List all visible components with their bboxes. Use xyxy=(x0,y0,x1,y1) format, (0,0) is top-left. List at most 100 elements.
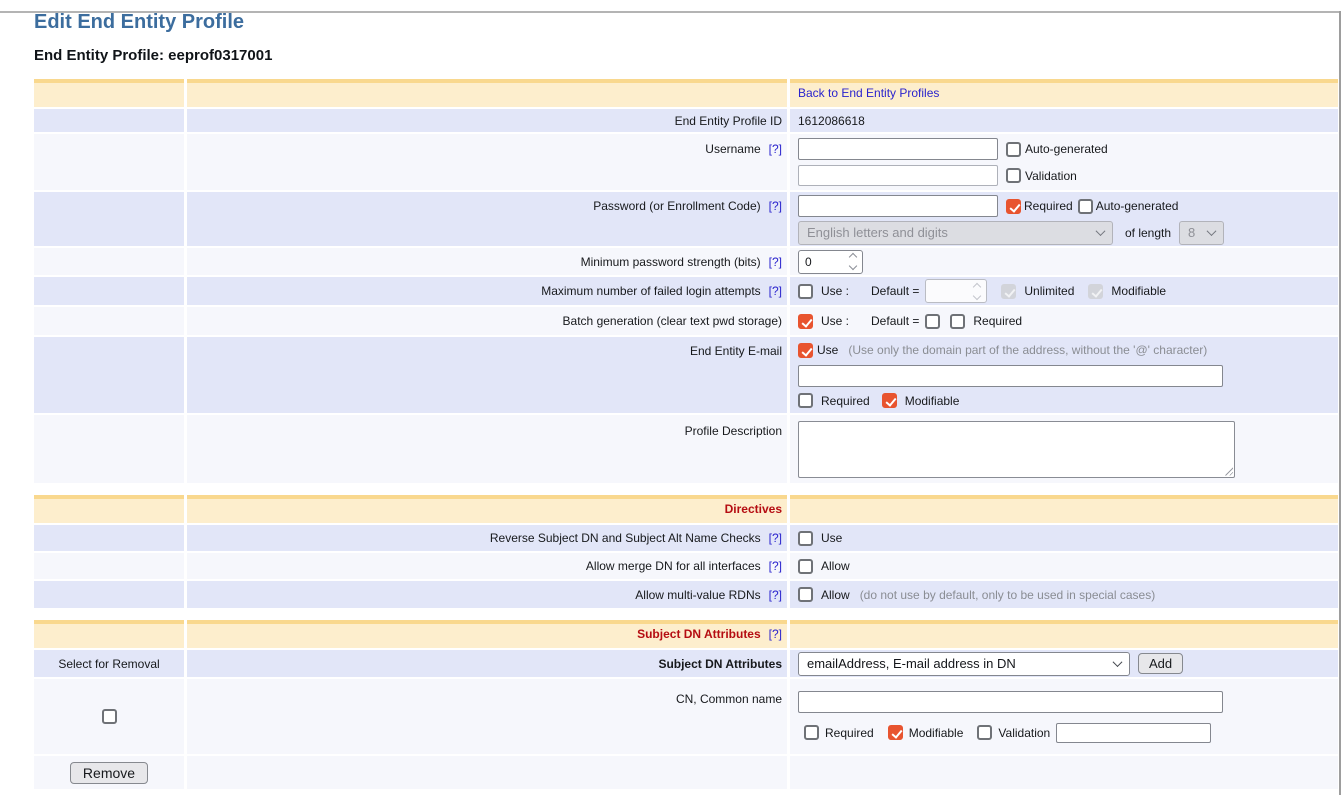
max-failed-logins-help-link[interactable]: [?] xyxy=(769,284,782,298)
section-main: Back to End Entity Profiles End Entity P… xyxy=(34,79,1338,483)
min-password-strength-row: Minimum password strength (bits) [?] 0 xyxy=(34,248,1338,275)
profile-description-label: Profile Description xyxy=(187,415,787,483)
reverse-dn-checks-help-link[interactable]: [?] xyxy=(769,531,782,545)
cn-modifiable-label: Modifiable xyxy=(909,726,964,740)
cn-validation-checkbox[interactable] xyxy=(977,725,992,740)
of-length-label: of length xyxy=(1125,226,1171,240)
username-help-link[interactable]: [?] xyxy=(769,142,782,156)
cn-modifiable-checkbox[interactable] xyxy=(888,725,903,740)
email-domain-input[interactable] xyxy=(798,365,1223,387)
reverse-dn-use-checkbox[interactable] xyxy=(798,531,813,546)
back-to-profiles-link[interactable]: Back to End Entity Profiles xyxy=(798,86,939,100)
section-directives: Directives Reverse Subject DN and Subjec… xyxy=(34,495,1338,608)
cn-common-name-row: CN, Common name Required Modifiable Vali… xyxy=(34,679,1338,754)
subject-dn-help-link[interactable]: [?] xyxy=(769,627,782,641)
max-failed-modifiable-label: Modifiable xyxy=(1111,284,1166,298)
batch-use-checkbox[interactable] xyxy=(798,314,813,329)
section-subject-dn: Subject DN Attributes [?] Select for Rem… xyxy=(34,620,1338,789)
max-failed-logins-label: Maximum number of failed login attempts xyxy=(541,284,760,298)
password-input[interactable] xyxy=(798,195,998,217)
cn-required-checkbox[interactable] xyxy=(804,725,819,740)
allow-merge-dn-row: Allow merge DN for all interfaces [?] Al… xyxy=(34,553,1338,579)
cn-validation-label: Validation xyxy=(998,726,1050,740)
subject-dn-title: Subject DN Attributes xyxy=(637,627,761,641)
password-length-select: 8 xyxy=(1179,221,1224,245)
password-type-select-value: English letters and digits xyxy=(807,225,948,240)
cn-common-name-label: CN, Common name xyxy=(187,679,787,754)
edit-profile-form: Back to End Entity Profiles End Entity P… xyxy=(34,79,1338,789)
max-failed-use-label: Use : xyxy=(821,284,849,298)
password-help-link[interactable]: [?] xyxy=(769,199,782,213)
email-use-checkbox[interactable] xyxy=(798,343,813,358)
profile-subtitle: End Entity Profile: eeprof0317001 xyxy=(34,47,1341,64)
min-password-strength-label: Minimum password strength (bits) xyxy=(581,255,761,269)
allow-multivalue-rdns-checkbox[interactable] xyxy=(798,587,813,602)
remove-attribute-button[interactable]: Remove xyxy=(70,762,148,784)
allow-multivalue-rdns-cb-label: Allow xyxy=(821,588,850,602)
password-length-select-value: 8 xyxy=(1188,225,1195,240)
profile-description-row: Profile Description xyxy=(34,415,1338,483)
password-type-select: English letters and digits xyxy=(798,221,1113,245)
profile-id-value: 1612086618 xyxy=(798,114,865,128)
reverse-dn-checks-row: Reverse Subject DN and Subject Alt Name … xyxy=(34,525,1338,551)
cn-required-label: Required xyxy=(825,726,874,740)
batch-required-checkbox[interactable] xyxy=(950,314,965,329)
page-title: Edit End Entity Profile xyxy=(34,11,1341,34)
allow-merge-dn-cb-label: Allow xyxy=(821,559,850,573)
allow-multivalue-rdns-hint: (do not use by default, only to be used … xyxy=(860,588,1156,602)
profile-description-textarea[interactable] xyxy=(798,421,1235,478)
cn-select-for-removal-checkbox[interactable] xyxy=(102,709,117,724)
spinner-value: 0 xyxy=(805,255,812,269)
email-modifiable-label: Modifiable xyxy=(905,394,960,408)
profile-id-label: End Entity Profile ID xyxy=(187,109,787,132)
chevron-down-icon xyxy=(1096,226,1106,236)
chevron-down-icon xyxy=(1207,226,1217,236)
select-for-removal-label: Select for Removal xyxy=(34,650,184,677)
reverse-dn-checks-label: Reverse Subject DN and Subject Alt Name … xyxy=(490,531,761,545)
min-password-strength-help-link[interactable]: [?] xyxy=(769,255,782,269)
allow-merge-dn-label: Allow merge DN for all interfaces xyxy=(586,559,761,573)
email-use-hint: (Use only the domain part of the address… xyxy=(848,343,1207,357)
username-input[interactable] xyxy=(798,138,998,160)
max-failed-use-checkbox[interactable] xyxy=(798,284,813,299)
email-required-checkbox[interactable] xyxy=(798,393,813,408)
min-password-strength-spinner[interactable]: 0 xyxy=(798,250,863,274)
allow-merge-dn-help-link[interactable]: [?] xyxy=(769,559,782,573)
directives-header-row: Directives xyxy=(34,495,1338,523)
subject-dn-header-row: Subject DN Attributes [?] xyxy=(34,620,1338,648)
password-required-checkbox[interactable] xyxy=(1006,199,1021,214)
password-auto-generated-checkbox[interactable] xyxy=(1078,199,1093,214)
directives-title: Directives xyxy=(725,502,782,516)
subject-dn-attribute-select[interactable]: emailAddress, E-mail address in DN xyxy=(798,652,1130,676)
subject-dn-select-row: Select for Removal Subject DN Attributes… xyxy=(34,650,1338,677)
spinner-arrows-icon xyxy=(974,284,980,299)
email-modifiable-checkbox[interactable] xyxy=(882,393,897,408)
end-entity-email-row: End Entity E-mail Use (Use only the doma… xyxy=(34,337,1338,413)
batch-default-checkbox[interactable] xyxy=(925,314,940,329)
username-auto-generated-checkbox[interactable] xyxy=(1006,142,1021,157)
end-entity-email-label: End Entity E-mail xyxy=(187,337,787,413)
username-auto-generated-label: Auto-generated xyxy=(1025,142,1108,156)
header-row: Back to End Entity Profiles xyxy=(34,79,1338,107)
username-validation-label: Validation xyxy=(1025,169,1077,183)
allow-merge-dn-checkbox[interactable] xyxy=(798,559,813,574)
batch-default-label: Default = xyxy=(871,314,919,328)
email-required-label: Required xyxy=(821,394,870,408)
email-use-label: Use xyxy=(817,343,838,357)
password-required-label: Required xyxy=(1024,199,1073,213)
username-validation-checkbox[interactable] xyxy=(1006,168,1021,183)
cn-value-input[interactable] xyxy=(798,691,1223,713)
spinner-arrows-icon[interactable] xyxy=(850,254,856,269)
password-row: Password (or Enrollment Code) [?] Requir… xyxy=(34,192,1338,246)
batch-generation-label: Batch generation (clear text pwd storage… xyxy=(187,307,787,335)
batch-required-label: Required xyxy=(973,314,1022,328)
username-row: Username [?] Auto-generated Validation xyxy=(34,134,1338,190)
max-failed-unlimited-checkbox xyxy=(1001,284,1016,299)
allow-multivalue-rdns-help-link[interactable]: [?] xyxy=(769,588,782,602)
cn-validation-input[interactable] xyxy=(1056,723,1211,743)
username-validation-input[interactable] xyxy=(798,165,998,186)
password-auto-generated-label: Auto-generated xyxy=(1096,199,1179,213)
add-attribute-button[interactable]: Add xyxy=(1138,653,1183,674)
batch-generation-row: Batch generation (clear text pwd storage… xyxy=(34,307,1338,335)
allow-multivalue-rdns-row: Allow multi-value RDNs [?] Allow (do not… xyxy=(34,581,1338,608)
